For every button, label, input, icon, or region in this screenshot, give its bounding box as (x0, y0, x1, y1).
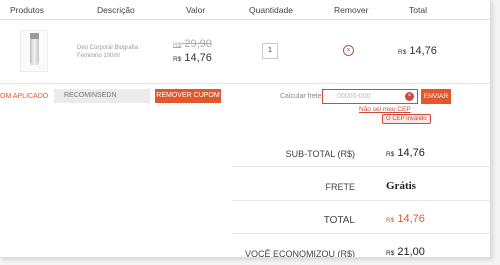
shipping-label: Calcular frete (280, 93, 322, 100)
item-total-value: 14,76 (409, 45, 437, 57)
header-divider (0, 19, 490, 20)
coupon-applied-label: OM APLICADO (0, 93, 49, 100)
old-price-currency: R$ (173, 42, 182, 49)
subtotal-label: SUB-TOTAL (R$) (285, 149, 355, 159)
x-circle-icon[interactable]: × (343, 45, 354, 56)
quantity-field[interactable]: 1 (262, 43, 278, 59)
cep-placeholder: 00000-000 (337, 93, 371, 100)
item-total-currency: R$ (398, 49, 407, 56)
item-total: R$ 14,76 (398, 45, 437, 57)
old-price: R$ 29,90 (173, 38, 212, 50)
economia-value: R$ 21,00 (386, 246, 425, 258)
row-divider (0, 83, 490, 84)
economia-currency: R$ (386, 250, 395, 257)
current-price: R$ 14,76 (173, 52, 212, 64)
frete-value: Grátis (386, 180, 416, 192)
subtotal-amount: 14,76 (397, 147, 425, 159)
total-amount: 14,76 (397, 213, 425, 225)
header-quantidade: Quantidade (249, 5, 293, 15)
header-total: Total (409, 5, 427, 15)
enviar-button[interactable]: ENVIAR (421, 89, 451, 104)
header-descricao: Descrição (97, 5, 135, 15)
cep-error-tooltip: O CEP inválido (382, 114, 431, 124)
coupon-input[interactable]: RECOMINSEDN (54, 89, 150, 103)
header-remover: Remover (334, 5, 369, 15)
economia-amount: 21,00 (397, 246, 425, 258)
cep-input[interactable]: 00000-000 × (322, 89, 418, 104)
summary-divider (232, 200, 490, 201)
subtotal-currency: R$ (386, 151, 395, 158)
bottle-graphic (30, 35, 39, 65)
current-price-currency: R$ (173, 56, 182, 63)
current-price-value: 14,76 (184, 52, 212, 64)
frete-label: FRETE (325, 182, 355, 192)
product-description[interactable]: Deo Corporal Biografia Feminino 100ml (77, 44, 147, 60)
total-value: R$ 14,76 (386, 213, 425, 225)
cep-help-link[interactable]: Não sei meu CEP (359, 106, 411, 113)
bottle-cap (30, 33, 39, 39)
total-currency: R$ (386, 217, 395, 224)
header-produtos: Produtos (10, 5, 45, 15)
old-price-value: 29,90 (184, 38, 212, 50)
header-valor: Valor (186, 5, 206, 15)
summary-divider (232, 233, 490, 234)
summary-divider (232, 166, 490, 167)
product-image[interactable] (20, 30, 48, 72)
subtotal-value: R$ 14,76 (386, 147, 425, 159)
total-label: TOTAL (323, 215, 355, 226)
cart-panel: Produtos Descrição Valor Quantidade Remo… (0, 0, 491, 258)
clear-icon[interactable]: × (405, 92, 414, 101)
remove-coupon-button[interactable]: REMOVER CUPOM (155, 89, 221, 103)
economia-label: VOCÊ ECONOMIZOU (R$) (244, 249, 355, 258)
